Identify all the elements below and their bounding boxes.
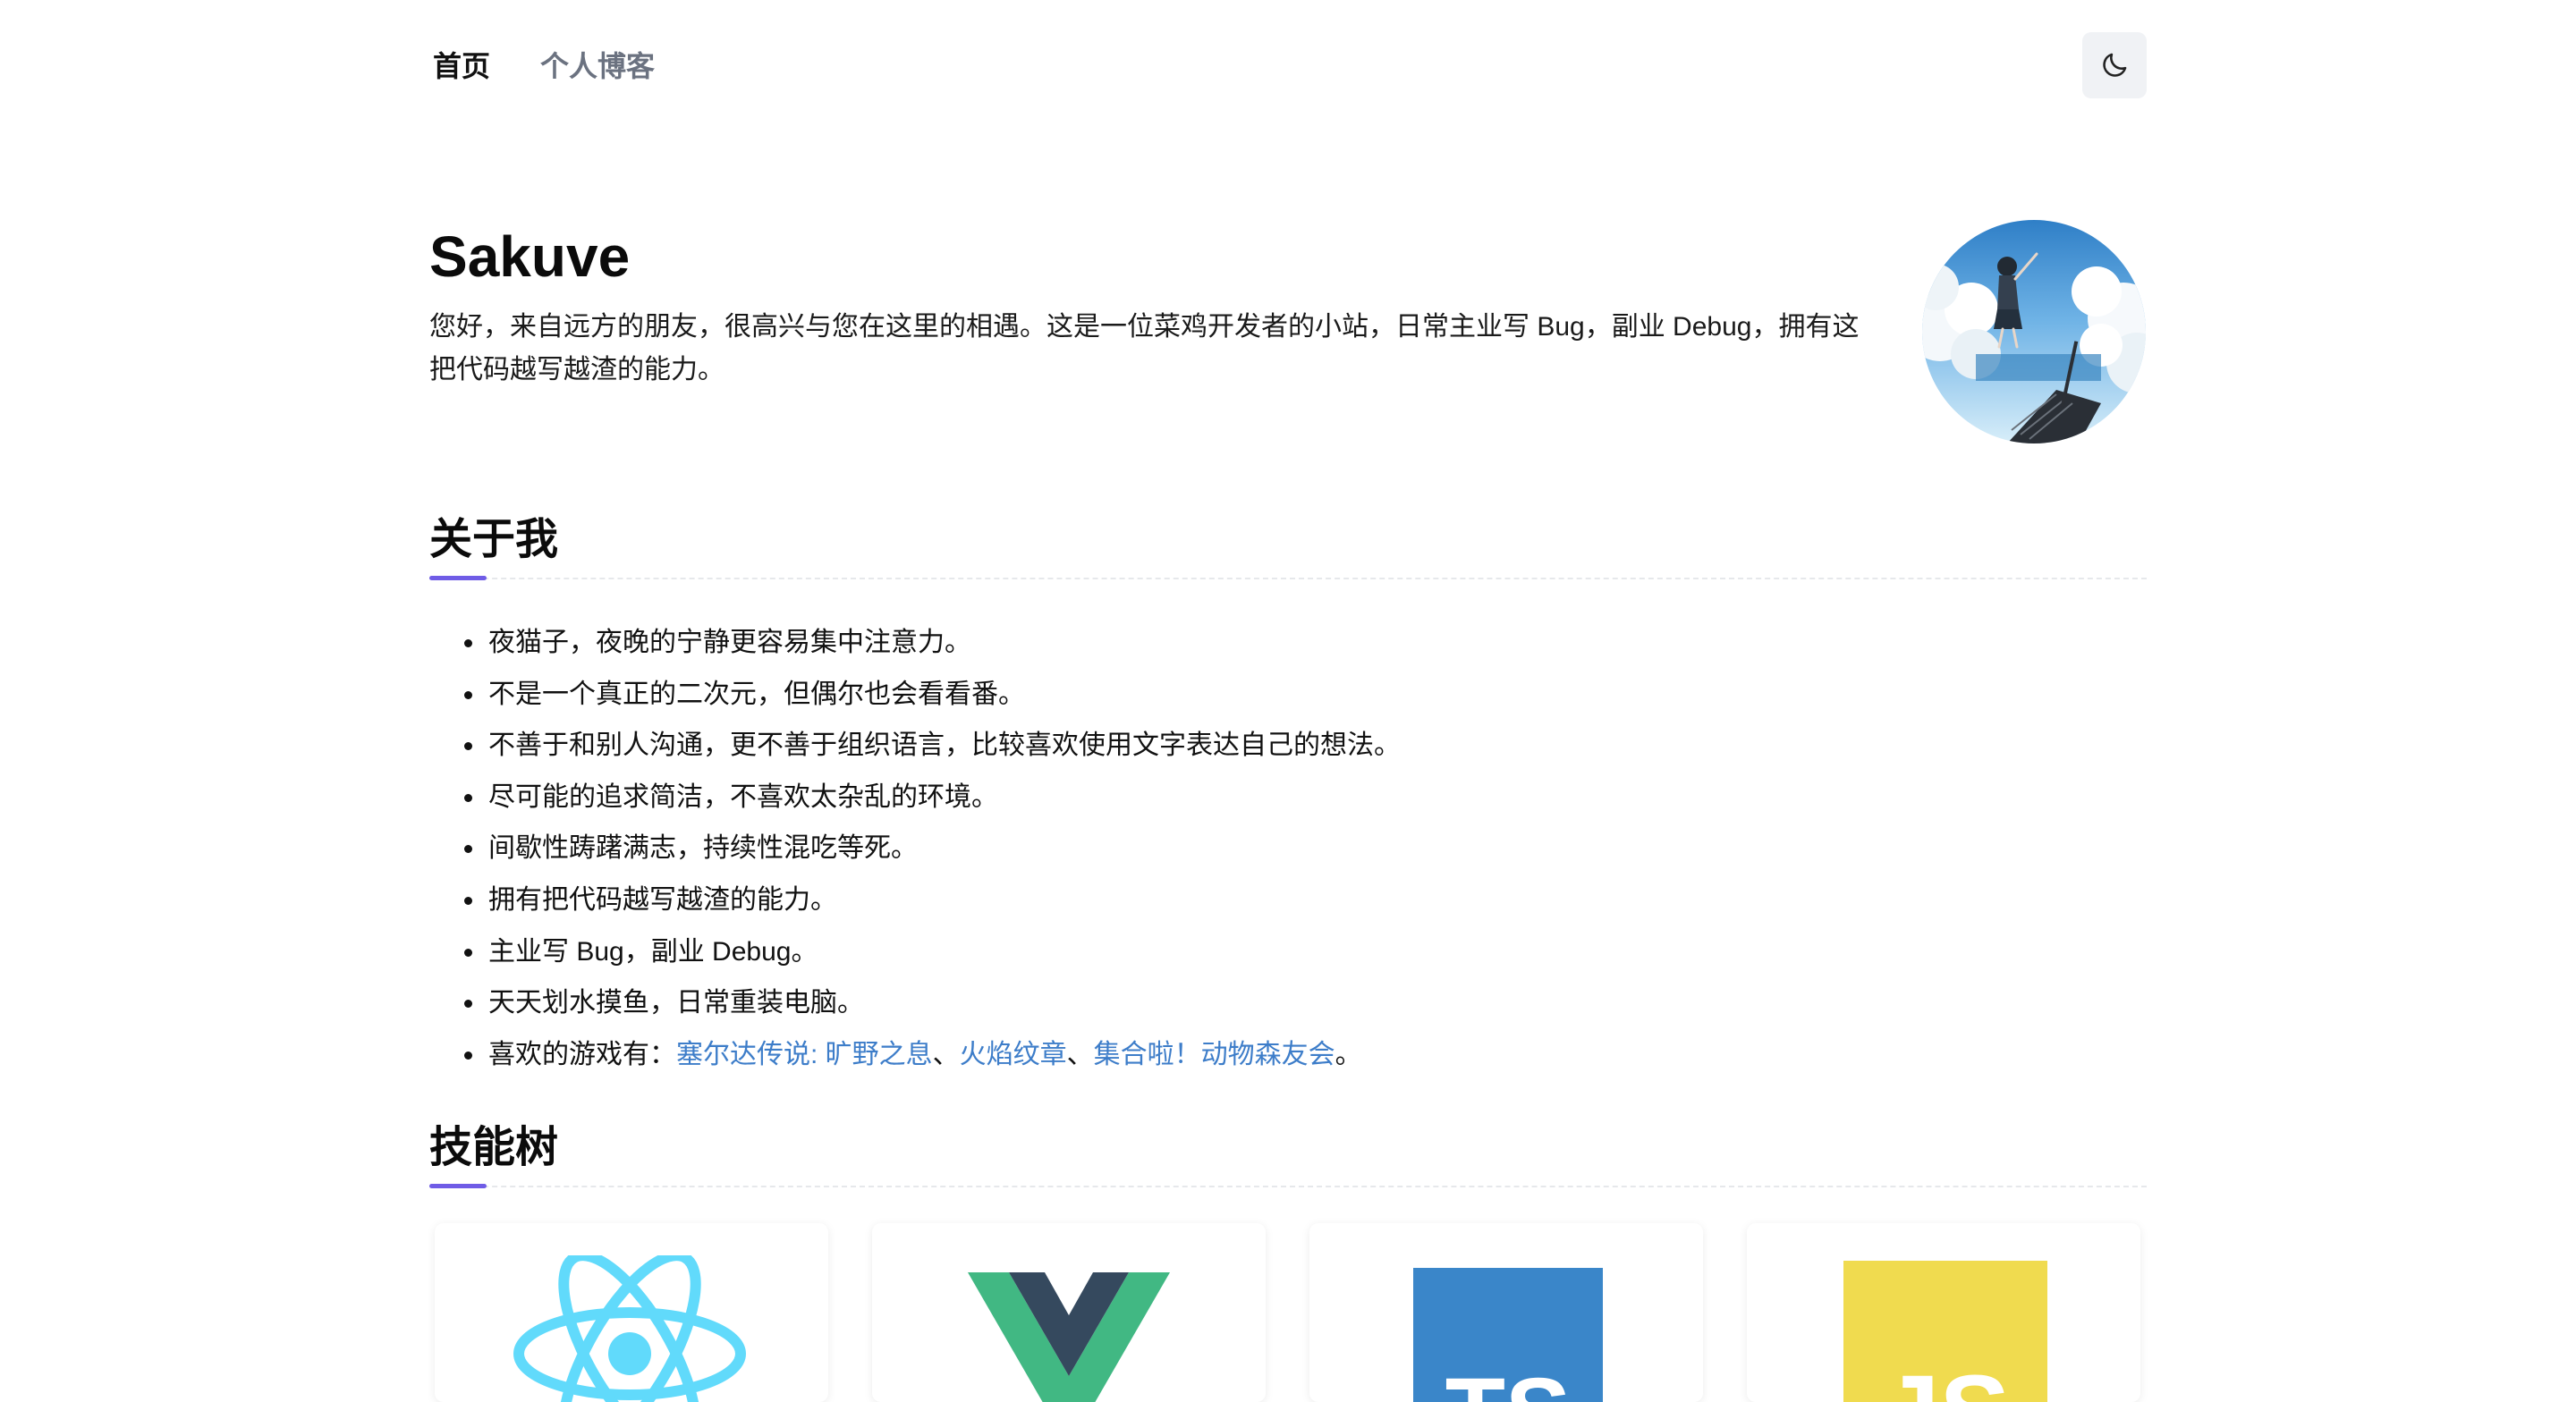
intro-text: 您好，来自远方的朋友，很高兴与您在这里的相遇。这是一位菜鸡开发者的小站，日常主业… [429, 312, 1860, 384]
avatar [1922, 220, 2146, 443]
skill-cards: TS JS [435, 1223, 2145, 1402]
svg-text:TS: TS [1445, 1358, 1572, 1402]
games-suffix: 。 [1335, 1039, 1362, 1069]
list-item: 不是一个真正的二次元，但偶尔也会看看番。 [429, 669, 2147, 721]
about-list: 夜猫子，夜晚的宁静更容易集中注意力。 不是一个真正的二次元，但偶尔也会看看番。 … [429, 617, 2147, 1080]
skills-accent-bar [429, 1184, 487, 1188]
typescript-icon: TS [1413, 1268, 1603, 1402]
about-heading: 关于我 [429, 516, 559, 563]
list-item: 不善于和别人沟通，更不善于组织语言，比较喜欢使用文字表达自己的想法。 [429, 720, 2147, 772]
nav-blog-link[interactable]: 个人博客 [540, 46, 655, 86]
games-prefix: 喜欢的游戏有： [488, 1039, 676, 1069]
nav-home-link[interactable]: 首页 [433, 46, 490, 86]
page-container: 首页 个人博客 Sakuve 您好，来自远方的朋友，很高兴与您在这里的相遇。这是… [429, 0, 2147, 1402]
vue-icon [968, 1272, 1170, 1402]
list-item-games: 喜欢的游戏有：塞尔达传说: 旷野之息、火焰纹章、集合啦！动物森友会。 [429, 1029, 2147, 1081]
moon-icon [2099, 50, 2130, 80]
list-item: 间歇性踌躇满志，持续性混吃等死。 [429, 823, 2147, 874]
game-link-animal-crossing[interactable]: 集合啦！动物森友会 [1094, 1040, 1335, 1069]
skill-card-typescript[interactable]: TS [1309, 1223, 1703, 1402]
list-item: 夜猫子，夜晚的宁静更容易集中注意力。 [429, 617, 2147, 669]
skill-card-react[interactable] [435, 1223, 828, 1402]
games-separator: 、 [932, 1039, 960, 1069]
list-item: 拥有把代码越写越渣的能力。 [429, 874, 2147, 926]
list-item: 天天划水摸鱼，日常重装电脑。 [429, 977, 2147, 1029]
javascript-icon: JS [1843, 1261, 2047, 1402]
games-separator: 、 [1066, 1039, 1094, 1069]
react-icon [512, 1250, 748, 1402]
skill-card-vue[interactable] [872, 1223, 1266, 1402]
game-link-zelda[interactable]: 塞尔达传说: 旷野之息 [676, 1040, 933, 1069]
theme-toggle-button[interactable] [2082, 32, 2147, 98]
about-divider [429, 578, 2147, 579]
game-link-fire-emblem[interactable]: 火焰纹章 [960, 1040, 1067, 1069]
list-item: 主业写 Bug，副业 Debug。 [429, 926, 2147, 978]
page-title: Sakuve [429, 224, 631, 289]
list-item: 尽可能的追求简洁，不喜欢太杂乱的环境。 [429, 772, 2147, 823]
about-accent-bar [429, 576, 487, 580]
skill-card-javascript[interactable]: JS [1747, 1223, 2140, 1402]
svg-text:JS: JS [1881, 1354, 2010, 1402]
top-nav: 首页 个人博客 [429, 32, 2147, 100]
skills-divider [429, 1186, 2147, 1187]
skills-heading: 技能树 [429, 1124, 559, 1171]
